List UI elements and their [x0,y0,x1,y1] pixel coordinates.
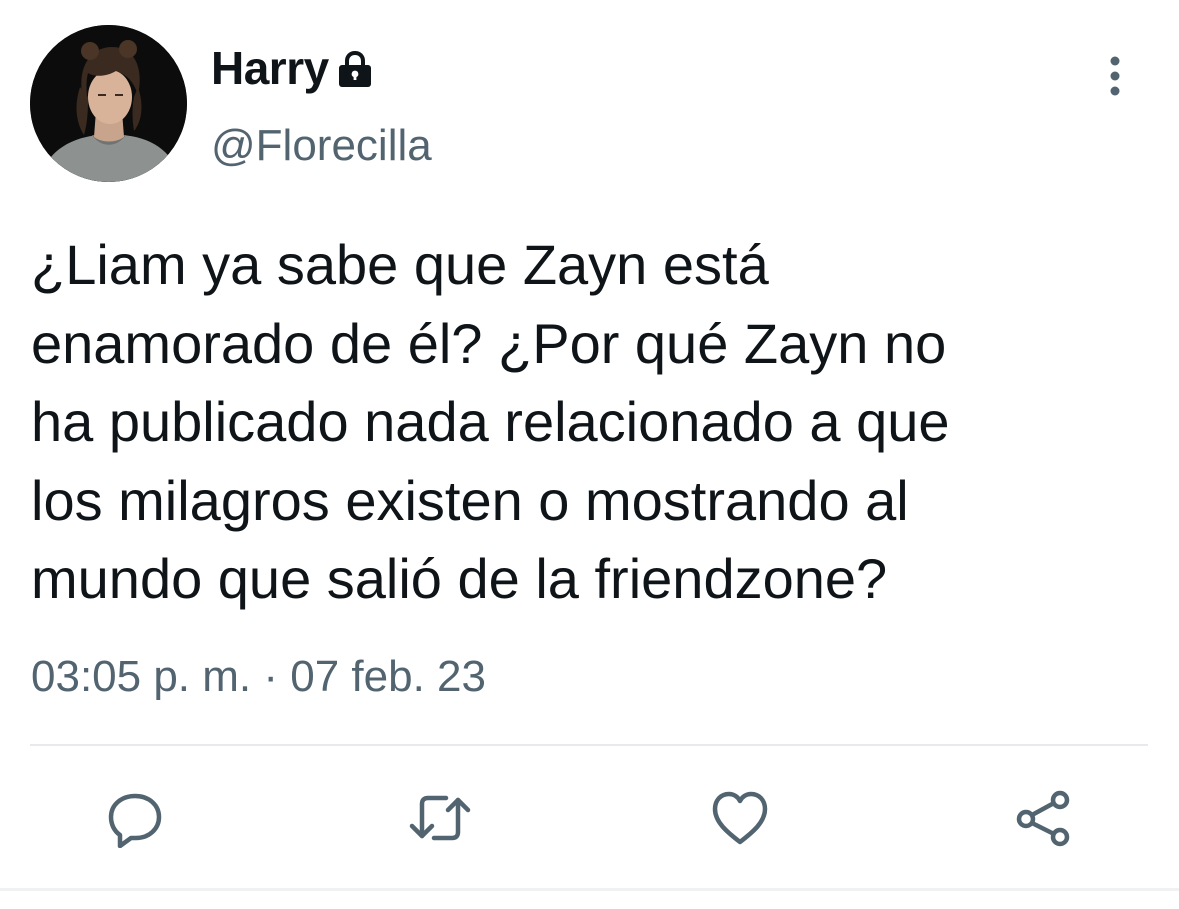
more-options-icon[interactable] [1098,54,1132,98]
reply-button[interactable] [97,780,173,856]
tweet-time: 03:05 p. m. [31,652,252,701]
display-name-row[interactable]: Harry [211,40,375,96]
avatar-photo [30,25,187,182]
tweet-text-line: los milagros existen o mostrando al [31,468,909,532]
tweet-date: 07 feb. 23 [290,652,486,701]
tweet-text-line: ha publicado nada relacionado a que [31,390,950,453]
tweet-timestamp[interactable]: 03:05 p. m. · 07 feb. 23 [31,652,486,702]
tweet-card: Harry @Florecilla ¿Liam ya sabe que Zayn… [0,0,1179,909]
avatar[interactable] [30,25,187,182]
like-button[interactable] [702,780,778,856]
lock-icon [335,49,375,89]
tweet-text-line: mundo que salió de la friendzone? [31,547,888,610]
tweet-text-line: enamorado de él? ¿Por qué Zayn no [31,311,947,375]
action-bar [0,780,1179,856]
retweet-icon [409,795,471,841]
divider [0,888,1179,891]
share-icon [1016,790,1070,847]
retweet-button[interactable] [402,780,478,856]
reply-icon [108,793,162,848]
divider [30,744,1148,746]
timestamp-separator: · [263,652,279,701]
display-name[interactable]: Harry [211,41,329,95]
heart-icon [712,791,768,845]
tweet-text-line: ¿Liam ya sabe que Zayn está [31,233,769,296]
tweet-text: ¿Liam ya sabe que Zayn está enamorado de… [31,226,1151,619]
user-handle[interactable]: @Florecilla [211,121,432,171]
share-button[interactable] [1005,780,1081,856]
